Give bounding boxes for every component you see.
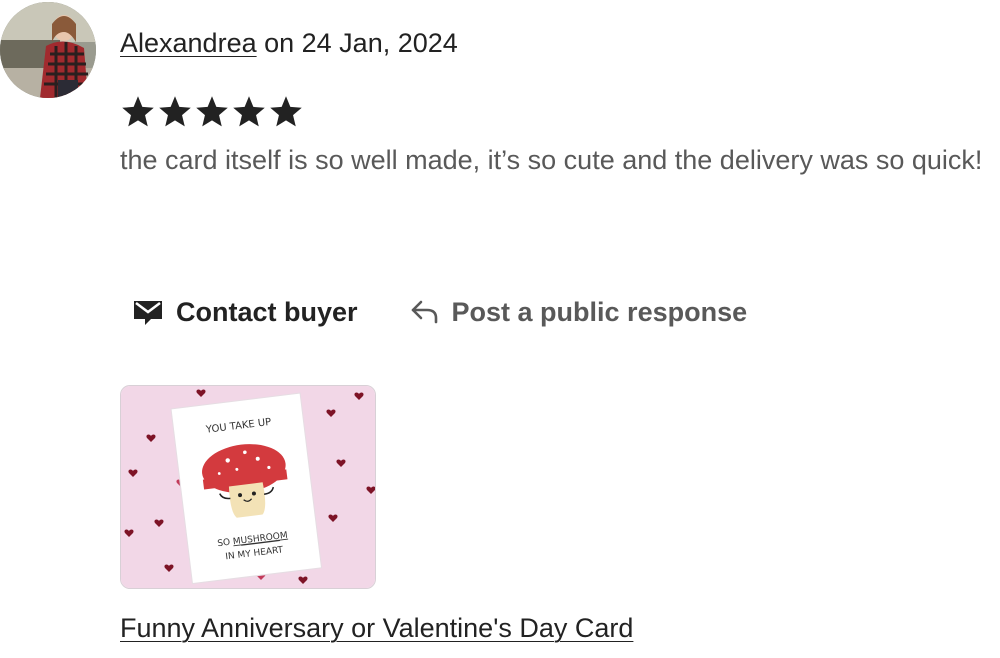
mushroom-stem (228, 482, 266, 518)
contact-buyer-button[interactable]: Contact buyer (132, 297, 358, 328)
review-text: the card itself is so well made, it’s so… (120, 145, 983, 175)
star-icon (159, 96, 191, 127)
star-icon (122, 96, 154, 127)
reviewer-avatar[interactable] (0, 2, 96, 98)
contact-buyer-label: Contact buyer (176, 296, 358, 327)
review-actions: Contact buyer Post a public response (132, 290, 747, 334)
review-meta: Alexandrea on 24 Jan, 2024 (120, 24, 458, 62)
star-rating (120, 94, 304, 134)
avatar-photo (0, 2, 96, 98)
post-public-response-label: Post a public response (451, 296, 748, 327)
star-icon (233, 96, 265, 127)
star-icon (196, 96, 228, 127)
reply-arrow-icon (410, 298, 440, 326)
post-public-response-button[interactable]: Post a public response (410, 296, 748, 328)
envelope-icon (132, 297, 164, 327)
greeting-card: YOU TAKE UP SO MUSHROOM IN MY HEART (170, 392, 323, 585)
review-date: on 24 Jan, 2024 (256, 28, 458, 58)
star-icon (270, 96, 302, 127)
product-photo[interactable]: YOU TAKE UP SO MUSHROOM IN MY HEART (120, 385, 376, 589)
reviewer-name-link[interactable]: Alexandrea (120, 28, 257, 58)
product-title-link[interactable]: Funny Anniversary or Valentine's Day Car… (120, 609, 633, 647)
